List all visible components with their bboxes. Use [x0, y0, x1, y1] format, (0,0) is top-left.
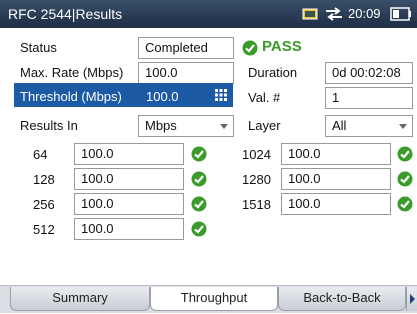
frame-size-label: 256 — [33, 197, 55, 212]
frame-result-value: 100.0 — [74, 143, 184, 165]
frame-result-value: 100.0 — [74, 168, 184, 190]
check-icon — [397, 171, 413, 187]
duration-value: 0d 00:02:08 — [325, 62, 413, 84]
threshold-label: Threshold (Mbps) — [20, 89, 122, 104]
title-bar: RFC 2544|Results 20:09 — [0, 0, 417, 28]
layer-value: All — [332, 118, 347, 133]
results-in-value: Mbps — [145, 118, 177, 133]
status-value: Completed — [138, 37, 234, 59]
max-rate-label: Max. Rate (Mbps) — [20, 65, 124, 80]
threshold-value[interactable]: 100.0 — [146, 89, 179, 104]
status-label: Status — [20, 40, 57, 55]
tab-throughput[interactable]: Throughput — [150, 287, 278, 311]
frame-size-label: 128 — [33, 172, 55, 187]
page-title: RFC 2544|Results — [8, 6, 123, 22]
chevron-down-icon — [220, 124, 228, 129]
check-icon — [397, 146, 413, 162]
check-icon — [397, 196, 413, 212]
tab-back-to-back[interactable]: Back-to-Back — [278, 287, 406, 311]
tab-summary[interactable]: Summary — [10, 287, 150, 311]
frame-result-value: 100.0 — [281, 193, 391, 215]
frame-result-value: 100.0 — [281, 143, 391, 165]
duration-label: Duration — [248, 65, 298, 80]
check-icon — [191, 221, 207, 237]
tab-bar: Summary Throughput Back-to-Back — [0, 285, 417, 313]
check-icon — [191, 146, 207, 162]
max-rate-value: 100.0 — [138, 62, 234, 84]
keypad-icon[interactable] — [214, 88, 228, 102]
frame-size-label: 1518 — [242, 197, 271, 212]
transfer-arrows-icon — [326, 7, 342, 21]
results-in-select[interactable]: Mbps — [138, 115, 234, 137]
frame-size-label: 64 — [33, 147, 48, 162]
chevron-right-icon — [410, 294, 415, 304]
check-icon — [191, 196, 207, 212]
clock: 20:09 — [348, 6, 381, 21]
frame-result-value: 100.0 — [74, 193, 184, 215]
chevron-down-icon — [399, 124, 407, 129]
layer-label: Layer — [248, 118, 281, 133]
pass-result: PASS — [262, 38, 302, 55]
frame-result-value: 100.0 — [74, 218, 184, 240]
tab-scroll-right-button[interactable] — [406, 287, 417, 311]
frame-size-label: 512 — [33, 222, 55, 237]
frame-size-label: 1024 — [242, 147, 271, 162]
results-in-label: Results In — [20, 118, 78, 133]
check-icon — [191, 171, 207, 187]
pass-check-icon — [242, 40, 258, 56]
val-value: 1 — [325, 87, 413, 109]
battery-icon — [390, 7, 411, 21]
val-label: Val. # — [248, 90, 281, 105]
frame-size-label: 1280 — [242, 172, 271, 187]
frame-result-value: 100.0 — [281, 168, 391, 190]
layer-select[interactable]: All — [325, 115, 413, 137]
device-status-icon — [302, 8, 318, 20]
